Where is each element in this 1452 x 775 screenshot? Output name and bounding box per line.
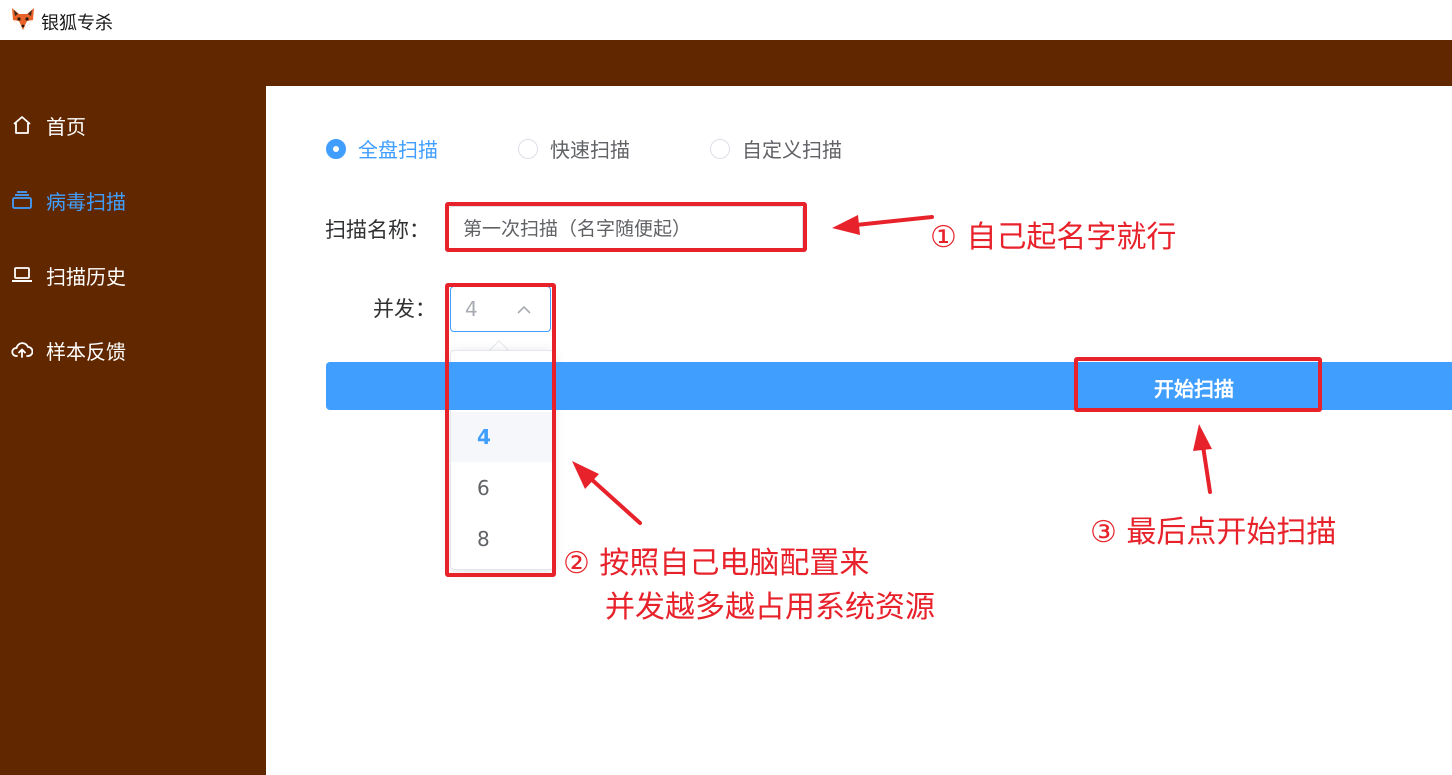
cloud-upload-icon <box>10 338 34 362</box>
concurrency-select-value: 4 <box>465 297 478 321</box>
main-content: 全盘扫描 快速扫描 自定义扫描 扫描名称： 并发： 4 2 4 6 8 开始扫描 <box>266 86 1452 775</box>
chevron-up-icon <box>517 305 531 314</box>
concurrency-option-8[interactable]: 8 <box>451 514 553 564</box>
radio-full-scan[interactable]: 全盘扫描 <box>326 134 438 163</box>
app-header <box>0 40 1452 86</box>
sidebar-item-label: 扫描历史 <box>46 264 126 289</box>
annotation-step-2-line-1: ② 按照自己电脑配置来 <box>563 546 870 581</box>
radio-indicator <box>326 138 346 159</box>
scan-name-input[interactable] <box>448 206 803 252</box>
radio-custom-scan[interactable]: 自定义扫描 <box>710 134 842 163</box>
annotation-step-3: ③ 最后点开始扫描 <box>1090 515 1337 550</box>
sidebar-item-label: 病毒扫描 <box>46 189 126 214</box>
sidebar-item-virus-scan[interactable]: 病毒扫描 <box>0 175 266 225</box>
radio-indicator <box>518 138 538 159</box>
sidebar-item-home[interactable]: 首页 <box>0 100 266 150</box>
concurrency-option-4[interactable]: 4 <box>451 412 553 462</box>
radio-label: 全盘扫描 <box>358 138 438 162</box>
sidebar-item-label: 首页 <box>46 114 86 139</box>
sidebar: 首页 病毒扫描 扫描历史 样本反馈 <box>0 86 266 775</box>
start-scan-button-label[interactable]: 开始扫描 <box>1154 373 1234 402</box>
fox-logo-icon <box>12 8 34 30</box>
title-bar: 银狐专杀 <box>0 0 1452 40</box>
home-icon <box>10 113 34 137</box>
window-title: 银狐专杀 <box>41 13 113 34</box>
layers-icon <box>10 188 34 212</box>
radio-quick-scan[interactable]: 快速扫描 <box>518 134 630 163</box>
radio-label: 快速扫描 <box>550 138 630 162</box>
laptop-icon <box>10 263 34 287</box>
annotation-step-2-line-2: 并发越多越占用系统资源 <box>605 590 935 625</box>
concurrency-select[interactable]: 4 <box>450 286 551 332</box>
scan-name-label: 扫描名称： <box>325 218 430 242</box>
radio-label: 自定义扫描 <box>742 138 842 162</box>
radio-indicator <box>710 138 730 159</box>
concurrency-option-6[interactable]: 6 <box>451 463 553 513</box>
sidebar-item-label: 样本反馈 <box>46 339 126 364</box>
sidebar-item-scan-history[interactable]: 扫描历史 <box>0 250 266 300</box>
start-scan-button[interactable] <box>326 362 1452 410</box>
sidebar-item-sample-feedback[interactable]: 样本反馈 <box>0 325 266 375</box>
annotation-step-1: ① 自己起名字就行 <box>930 220 1177 255</box>
concurrency-label: 并发： <box>373 297 436 321</box>
